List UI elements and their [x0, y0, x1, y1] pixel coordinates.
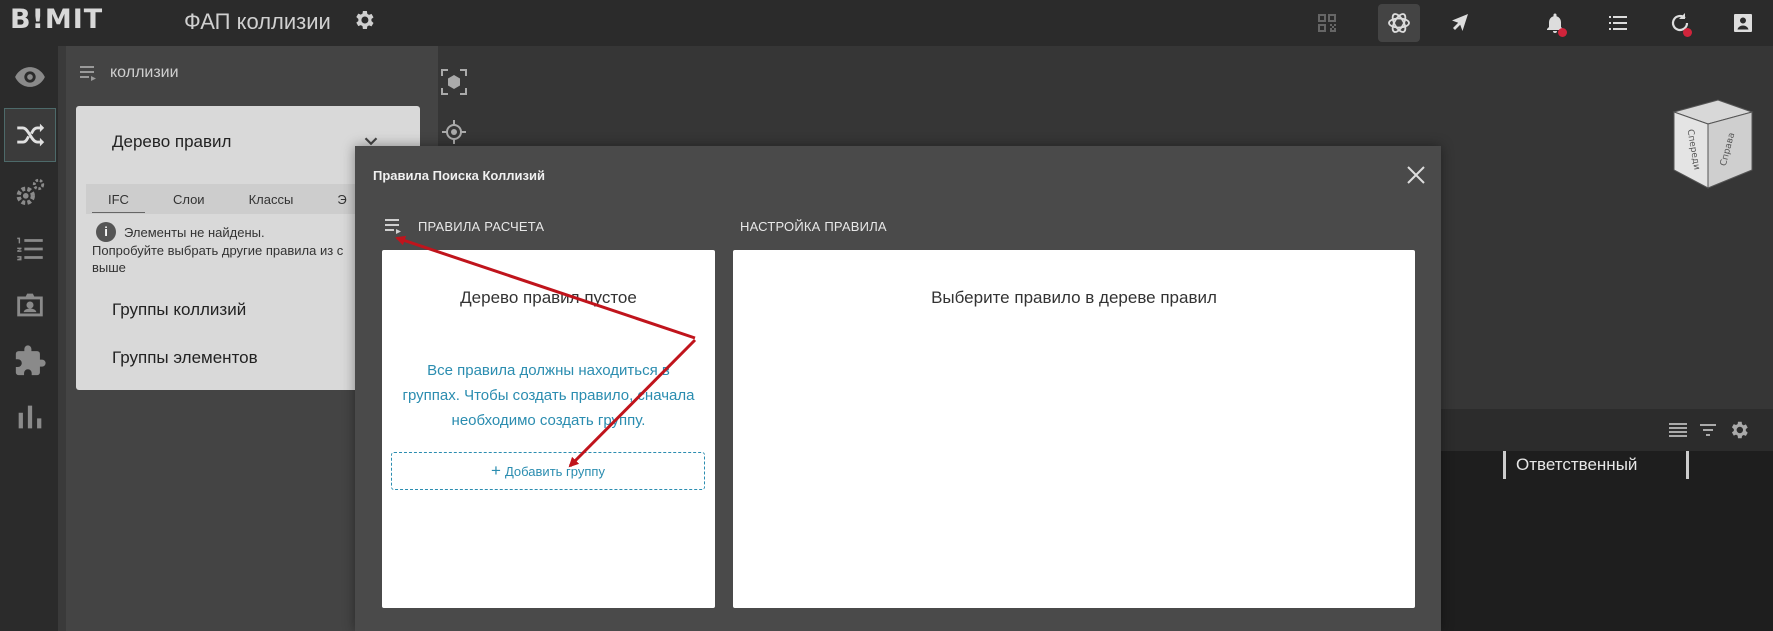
collision-groups-item[interactable]: Группы коллизий	[112, 300, 246, 320]
bell-icon[interactable]	[1534, 4, 1576, 42]
close-icon[interactable]	[1405, 164, 1427, 186]
panel-header: коллизии	[80, 64, 179, 82]
collision-rules-modal: Правила Поиска Коллизий ПРАВИЛА РАСЧЕТА …	[355, 146, 1441, 631]
numbered-list-icon[interactable]	[4, 222, 56, 276]
empty-tree-title: Дерево правил пустое	[460, 288, 637, 307]
notification-dot	[1558, 28, 1567, 37]
top-bar: B!MIT ФАП коллизии	[0, 0, 1773, 46]
eye-icon[interactable]	[4, 50, 56, 104]
rules-tree-title: Дерево правил	[112, 132, 232, 151]
add-group-button[interactable]: + Добавить группу	[391, 452, 705, 490]
list-icon[interactable]	[1597, 4, 1639, 42]
element-groups-item[interactable]: Группы элементов	[112, 348, 258, 368]
shuffle-icon[interactable]	[4, 108, 56, 162]
tab-layers[interactable]: Слои	[151, 192, 227, 207]
rule-settings-empty: Выберите правило в дереве правил	[931, 288, 1217, 307]
add-group-label: Добавить группу	[504, 463, 605, 479]
menu-icon[interactable]	[80, 65, 100, 81]
tab-classes[interactable]: Классы	[227, 192, 316, 207]
rules-section-label: ПРАВИЛА РАСЧЕТА	[418, 219, 545, 234]
bar-chart-icon[interactable]	[4, 390, 56, 444]
project-title: ФАП коллизии	[184, 9, 331, 34]
history-notification-dot	[1683, 28, 1692, 37]
view-cube[interactable]: Спереди Справа	[1656, 98, 1756, 192]
settings-gears-icon[interactable]	[4, 166, 56, 220]
info-icon: i	[96, 222, 116, 242]
modal-title: Правила Поиска Коллизий	[373, 168, 545, 183]
app-logo: B!MIT	[10, 4, 104, 35]
rule-settings-label: НАСТРОЙКА ПРАВИЛА	[740, 219, 887, 234]
target-icon[interactable]	[440, 118, 468, 146]
cursor-icon[interactable]	[1439, 4, 1481, 42]
filter-icon[interactable]	[1698, 420, 1718, 440]
account-icon[interactable]	[1722, 4, 1764, 42]
gear-icon[interactable]	[352, 8, 376, 32]
rules-menu-icon[interactable]	[385, 218, 405, 236]
panel-title: коллизии	[110, 64, 179, 81]
model-icon[interactable]	[1378, 4, 1420, 42]
qr-code-icon[interactable]	[1306, 4, 1348, 42]
contact-card-icon[interactable]	[4, 278, 56, 332]
rules-tree-panel: Дерево правил пустое Все правила должны …	[382, 250, 715, 608]
puzzle-icon[interactable]	[4, 334, 56, 388]
left-rail	[0, 46, 58, 631]
empty-message: Элементы не найдены.	[124, 224, 265, 240]
tab-ifc[interactable]: IFC	[86, 192, 151, 213]
rule-settings-panel: Выберите правило в дереве правил	[733, 250, 1415, 608]
rows-icon[interactable]	[1668, 420, 1688, 440]
selection-frame-icon[interactable]	[440, 68, 468, 96]
empty-tree-hint: Все правила должны находиться в группах.…	[402, 362, 695, 429]
column-header-responsible[interactable]: Ответственный	[1503, 451, 1689, 479]
plus-icon: +	[491, 461, 501, 480]
grid-toolbar	[1440, 409, 1773, 451]
grid-settings-icon[interactable]	[1728, 419, 1750, 441]
history-icon[interactable]	[1659, 4, 1701, 42]
